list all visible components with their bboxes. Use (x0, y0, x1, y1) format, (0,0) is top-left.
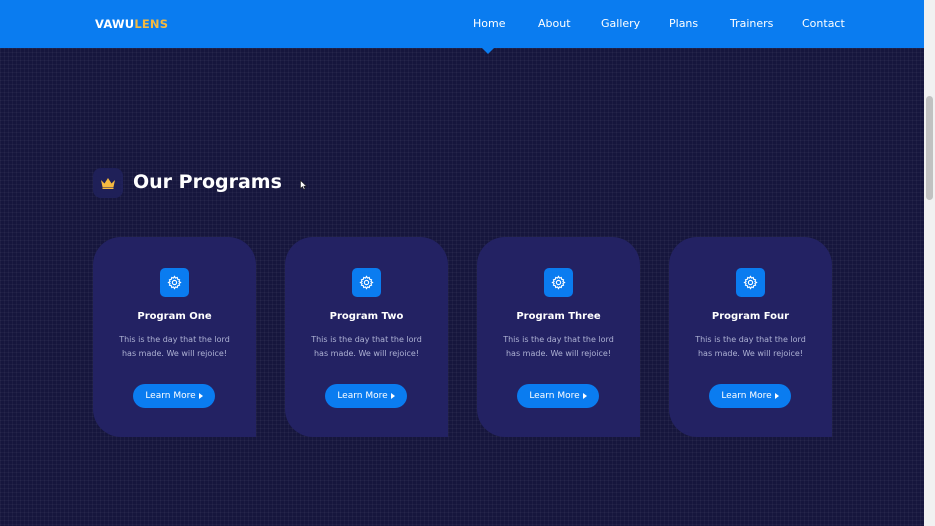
top-navbar: VAWULENS Home About Gallery Plans Traine… (0, 0, 924, 48)
program-title: Program One (137, 311, 212, 322)
nav-menu: Home About Gallery Plans Trainers Contac… (0, 17, 924, 33)
program-card-4: Program Four This is the day that the lo… (669, 237, 832, 437)
program-card-1: Program One This is the day that the lor… (93, 237, 256, 437)
mouse-cursor-icon (300, 175, 308, 194)
nav-plans-link[interactable]: Plans (669, 17, 698, 30)
vertical-scrollbar[interactable] (924, 0, 935, 526)
learn-more-button[interactable]: Learn More (709, 384, 791, 408)
learn-more-button[interactable]: Learn More (517, 384, 599, 408)
scrollbar-thumb[interactable] (926, 96, 933, 200)
nav-trainers-link[interactable]: Trainers (730, 17, 773, 30)
learn-more-button[interactable]: Learn More (325, 384, 407, 408)
nav-about-link[interactable]: About (538, 17, 571, 30)
learn-more-label: Learn More (337, 391, 388, 401)
nav-contact-link[interactable]: Contact (802, 17, 845, 30)
learn-more-button[interactable]: Learn More (133, 384, 215, 408)
gear-icon (736, 268, 765, 297)
program-title: Program Three (516, 311, 601, 322)
program-description: This is the day that the lord has made. … (695, 335, 806, 358)
nav-gallery-link[interactable]: Gallery (601, 17, 640, 30)
nav-home-link[interactable]: Home (473, 17, 505, 30)
active-nav-indicator (482, 48, 494, 54)
program-card-2: Program Two This is the day that the lor… (285, 237, 448, 437)
gear-icon (352, 268, 381, 297)
program-description: This is the day that the lord has made. … (119, 335, 230, 358)
program-title: Program Two (329, 311, 404, 322)
learn-more-label: Learn More (145, 391, 196, 401)
caret-right-icon (774, 393, 779, 399)
learn-more-label: Learn More (529, 391, 580, 401)
caret-right-icon (390, 393, 395, 399)
program-description: This is the day that the lord has made. … (503, 335, 614, 358)
section-title: Our Programs (133, 171, 282, 193)
program-title: Program Four (711, 311, 790, 322)
caret-right-icon (198, 393, 203, 399)
learn-more-label: Learn More (721, 391, 772, 401)
program-card-3: Program Three This is the day that the l… (477, 237, 640, 437)
caret-right-icon (582, 393, 587, 399)
crown-icon (93, 168, 123, 198)
program-description: This is the day that the lord has made. … (311, 335, 422, 358)
gear-icon (160, 268, 189, 297)
gear-icon (544, 268, 573, 297)
